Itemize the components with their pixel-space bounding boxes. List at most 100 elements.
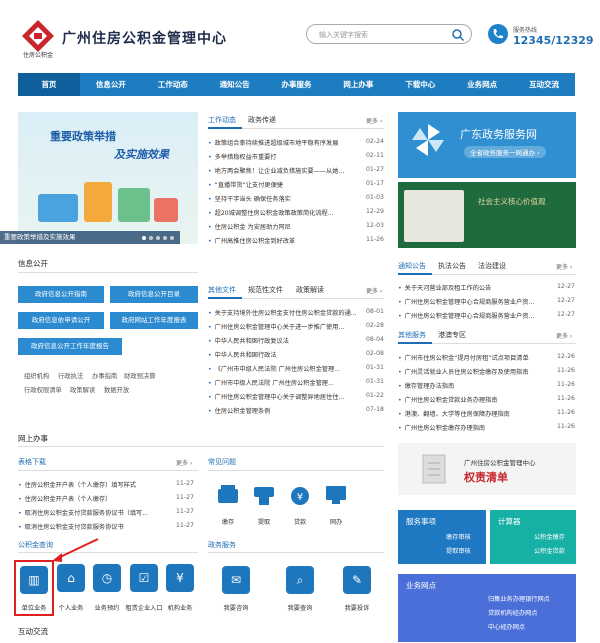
nav-outlets[interactable]: 业务网点: [451, 73, 513, 96]
file-item[interactable]: 中华人民共和国行政法: [208, 350, 356, 359]
notice-item[interactable]: 广州住房公积金管理中心合规商服务营业户资...: [398, 311, 548, 320]
rights-list-banner[interactable]: 广州住房公积金管理中心 权责清单: [398, 443, 576, 495]
others-more-link[interactable]: 更多 ›: [556, 331, 572, 340]
notices-more-link[interactable]: 更多 ›: [556, 262, 572, 271]
carousel-dot[interactable]: [156, 236, 160, 240]
notice-item[interactable]: 广州住房公积金管理中心合规商服务营业户资...: [398, 297, 548, 306]
institution-label[interactable]: 机构业务: [155, 603, 205, 612]
complaint-label[interactable]: 我要投诉: [332, 603, 382, 612]
form-item[interactable]: 取消住房公积金支付贷款服务协议书（填写...: [18, 508, 168, 517]
nav-notices[interactable]: 通知公告: [204, 73, 266, 96]
news-item[interactable]: “直播带货”让支付更便捷: [208, 180, 356, 189]
tab-policy-interpret[interactable]: 政策解读: [296, 285, 324, 295]
outlet-loan-link[interactable]: 贷款机构经办网点: [488, 608, 538, 617]
banner-carousel[interactable]: 重要政策举措 及实施效果: [18, 112, 198, 244]
edit-icon[interactable]: ✎: [343, 566, 371, 594]
online-office-icon[interactable]: [322, 481, 350, 509]
file-item[interactable]: 广州住房公积金管理中心关于进一步推广使用...: [208, 322, 356, 331]
info-annual-report-button[interactable]: 政府信息公开工作年度报告: [18, 338, 122, 355]
news-item[interactable]: 地方两会聚焦！让企业减负措施实要——从她...: [208, 166, 356, 175]
search-input[interactable]: [319, 29, 449, 41]
info-guide-button[interactable]: 政府信息公开指南: [18, 286, 104, 303]
consult-label[interactable]: 我要咨询: [211, 603, 261, 612]
tab-notices[interactable]: 通知公告: [398, 261, 426, 271]
other-item[interactable]: 广州住房公积金贷款业务办理指南: [398, 395, 548, 404]
info-apply-button[interactable]: 政府信息依申请公开: [18, 312, 104, 329]
calc-loan-link[interactable]: 公积金贷款: [534, 546, 565, 555]
file-item[interactable]: 《广州市中级人民法院 广州住房公积金管理...: [208, 364, 356, 373]
tab-other-services[interactable]: 其他服务: [398, 330, 426, 340]
nav-info-public[interactable]: 信息公开: [80, 73, 142, 96]
info-link[interactable]: 政策解读: [70, 385, 95, 394]
service-items-box[interactable]: 服务事项 缴存审核 提取审核: [398, 510, 486, 564]
loan-icon[interactable]: ¥: [286, 481, 314, 509]
carousel-dot[interactable]: [142, 236, 146, 240]
info-link[interactable]: 数据开放: [104, 385, 129, 394]
form-item[interactable]: 取消住房公积金支付贷款服务协议书: [18, 522, 168, 531]
chat-icon[interactable]: ✉: [222, 566, 250, 594]
tab-work-news[interactable]: 工作动态: [208, 115, 236, 125]
news-item[interactable]: 广州高推住房公积金到好改革: [208, 236, 356, 245]
file-item[interactable]: 中华人民共和国行政复议法: [208, 336, 356, 345]
query-label[interactable]: 我要查询: [275, 603, 325, 612]
form-item[interactable]: 住房公积金开户表（个人缴存）填写样式: [18, 480, 168, 489]
news-more-link[interactable]: 更多 ›: [366, 116, 382, 125]
gov-service-title[interactable]: 政务服务: [208, 540, 236, 550]
news-item[interactable]: 多举措稳权益市重要打: [208, 152, 356, 161]
outlets-box[interactable]: 业务网点 归集业务办理银行网点 贷款机构经办网点 中心经办网点: [398, 574, 576, 642]
carousel-dot[interactable]: [149, 236, 153, 240]
tab-rule-of-law[interactable]: 法治建设: [478, 261, 506, 271]
file-item[interactable]: 关于支持境外住房公积金支付住房公积金贷款的通...: [208, 308, 356, 317]
forms-more-link[interactable]: 更多 ›: [176, 458, 192, 467]
institution-icon[interactable]: ¥: [166, 564, 194, 592]
nav-interact[interactable]: 互动交流: [513, 73, 575, 96]
files-more-link[interactable]: 更多 ›: [366, 286, 382, 295]
other-item[interactable]: 广州住房公积金缴存办理指南: [398, 423, 548, 432]
tab-gov-news[interactable]: 政务传递: [248, 115, 276, 125]
carousel-dot[interactable]: [163, 236, 167, 240]
file-item[interactable]: 广州市中级人民法院 广州住房公积金管理...: [208, 378, 356, 387]
gd-gov-service-banner[interactable]: 广东政务服务网 全省政务服务一网通办 ›: [398, 112, 576, 178]
tab-normative-files[interactable]: 规范性文件: [248, 285, 283, 295]
info-link[interactable]: 行政执法: [58, 371, 83, 380]
info-site-report-button[interactable]: 政府网站工作年度报表: [110, 312, 198, 329]
gd-gov-sub[interactable]: 全省政务服务一网通办 ›: [464, 146, 546, 158]
form-item[interactable]: 住房公积金开户表（个人缴存）: [18, 494, 168, 503]
outlet-bank-link[interactable]: 归集业务办理银行网点: [488, 594, 550, 603]
calc-deposit-link[interactable]: 公积金缴存: [534, 532, 565, 541]
deposit-icon[interactable]: [214, 481, 242, 509]
faq-title[interactable]: 常见问题: [208, 457, 236, 467]
tab-other-files[interactable]: 其他文件: [208, 285, 236, 295]
calculator-box[interactable]: 计算器 公积金缴存 公积金贷款: [490, 510, 576, 564]
info-catalog-button[interactable]: 政府信息公开目录: [110, 286, 198, 303]
logo-icon[interactable]: [20, 18, 56, 54]
notice-item[interactable]: 关于天河营业部及租工作的公告: [398, 283, 548, 292]
outlet-center-link[interactable]: 中心经办网点: [488, 622, 525, 631]
nav-online[interactable]: 网上办事: [327, 73, 389, 96]
info-link[interactable]: 办事指南: [92, 371, 117, 380]
clock-icon[interactable]: ◷: [93, 564, 121, 592]
file-item[interactable]: 住房公积金管理条例: [208, 406, 356, 415]
core-values-banner[interactable]: 社会主义核心价值观: [398, 182, 576, 248]
deposit-review-link[interactable]: 缴存审核: [446, 532, 471, 541]
withdraw-icon[interactable]: [250, 481, 278, 509]
other-item[interactable]: 港澳、翻墙、大学等住房保障办理指南: [398, 409, 548, 418]
faq-online-label[interactable]: 网办: [311, 517, 361, 526]
nav-downloads[interactable]: 下载中心: [389, 73, 451, 96]
nav-work-news[interactable]: 工作动态: [142, 73, 204, 96]
withdraw-review-link[interactable]: 提取审核: [446, 546, 471, 555]
tab-hk-macao[interactable]: 港澳专区: [438, 330, 466, 340]
file-item[interactable]: 广州住房公积金管理中心关于调整异地居住住...: [208, 392, 356, 401]
rental-icon[interactable]: ☑: [130, 564, 158, 592]
info-link[interactable]: 财政预决算: [124, 371, 155, 380]
tab-enforcement[interactable]: 执法公告: [438, 261, 466, 271]
info-link[interactable]: 组织机构: [24, 371, 49, 380]
nav-home[interactable]: 首页: [18, 73, 80, 96]
news-item[interactable]: 住房公积金 为安居助力阿尼: [208, 222, 356, 231]
news-item[interactable]: 政策组合拳持续推进超级城市地平稳有序发展: [208, 138, 356, 147]
carousel-dot[interactable]: [170, 236, 174, 240]
news-item[interactable]: 超20城调整住房公积金政策政策简化流程...: [208, 208, 356, 217]
other-item[interactable]: 缴存管理办法指南: [398, 381, 548, 390]
info-link[interactable]: 行政权限清单: [24, 385, 62, 394]
home-icon[interactable]: ⌂: [57, 564, 85, 592]
